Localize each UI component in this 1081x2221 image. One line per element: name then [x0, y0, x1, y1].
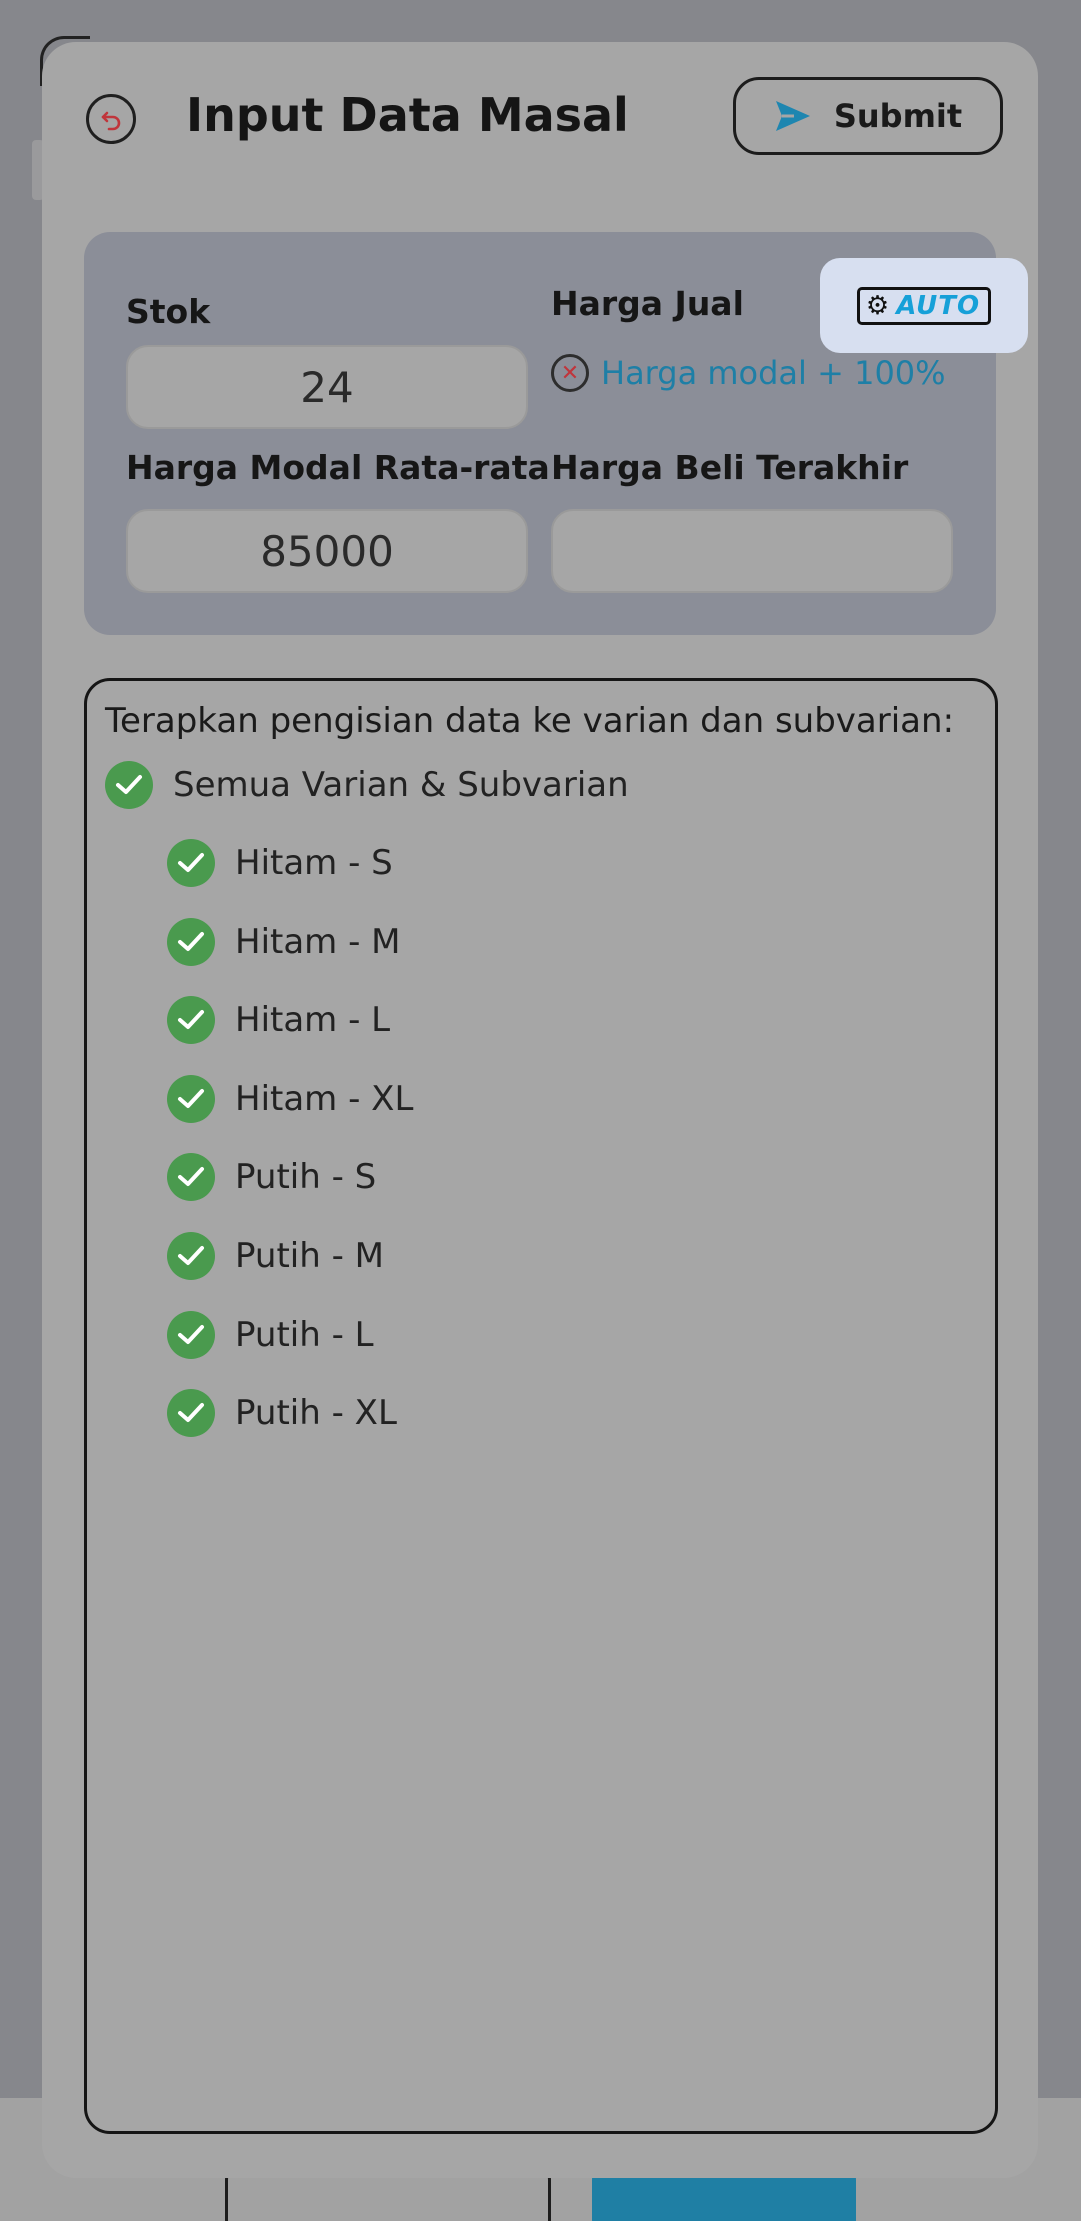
variant-label: Hitam - XL	[235, 1079, 414, 1119]
page-title: Input Data Masal	[186, 88, 629, 142]
variant-item[interactable]: Putih - M	[167, 1232, 384, 1280]
variant-item[interactable]: Putih - XL	[167, 1389, 397, 1437]
clear-formula-icon[interactable]: ✕	[551, 354, 589, 392]
stok-label: Stok	[126, 292, 211, 331]
gear-icon: ⚙	[865, 290, 891, 321]
formula-text[interactable]: Harga modal + 100%	[601, 354, 946, 392]
check-circle-icon	[167, 1075, 215, 1123]
select-all-label: Semua Varian & Subvarian	[173, 765, 629, 805]
auto-price-button[interactable]: ⚙ AUTO	[820, 258, 1028, 353]
harga-modal-label: Harga Modal Rata-rata	[126, 448, 550, 487]
check-circle-icon	[167, 918, 215, 966]
select-all-variants[interactable]: Semua Varian & Subvarian	[105, 761, 629, 809]
variant-label: Putih - L	[235, 1315, 374, 1355]
variant-item[interactable]: Hitam - S	[167, 839, 393, 887]
variant-label: Hitam - M	[235, 922, 401, 962]
check-circle-icon	[167, 1389, 215, 1437]
harga-jual-formula: ✕ Harga modal + 100%	[551, 354, 946, 392]
variant-label: Hitam - S	[235, 843, 393, 883]
variant-label: Putih - M	[235, 1236, 384, 1276]
variant-label: Hitam - L	[235, 1000, 391, 1040]
check-circle-icon	[167, 996, 215, 1044]
check-circle-icon	[167, 1311, 215, 1359]
send-icon	[775, 101, 810, 131]
submit-label: Submit	[833, 97, 963, 135]
variant-selection-box: Terapkan pengisian data ke varian dan su…	[84, 678, 998, 2134]
variant-heading: Terapkan pengisian data ke varian dan su…	[105, 701, 955, 741]
data-panel: Stok 24 Harga Jual ⚙ AUTO ✕ Harga modal …	[84, 232, 1028, 635]
variant-item[interactable]: Hitam - L	[167, 996, 390, 1044]
check-circle-icon	[167, 1153, 215, 1201]
harga-beli-input[interactable]	[551, 509, 953, 593]
auto-badge: ⚙ AUTO	[856, 286, 992, 325]
harga-modal-input[interactable]: 85000	[126, 509, 528, 593]
harga-jual-label: Harga Jual	[551, 284, 744, 323]
variant-label: Putih - S	[235, 1157, 377, 1197]
variant-item[interactable]: Putih - S	[167, 1153, 376, 1201]
check-circle-icon	[105, 761, 153, 809]
submit-button[interactable]: Submit	[733, 77, 1003, 155]
check-circle-icon	[167, 839, 215, 887]
auto-label: AUTO	[896, 290, 981, 321]
variant-item[interactable]: Hitam - XL	[167, 1075, 413, 1123]
stok-input[interactable]: 24	[126, 345, 528, 429]
undo-arrow-icon	[101, 111, 121, 131]
bulk-input-modal: Input Data Masal Submit Stok 24 Harga Ju…	[42, 42, 1038, 2178]
harga-beli-label: Harga Beli Terakhir	[551, 448, 909, 487]
back-button[interactable]	[86, 94, 136, 144]
variant-item[interactable]: Hitam - M	[167, 918, 401, 966]
check-circle-icon	[167, 1232, 215, 1280]
variant-item[interactable]: Putih - L	[167, 1311, 374, 1359]
variant-label: Putih - XL	[235, 1393, 397, 1433]
